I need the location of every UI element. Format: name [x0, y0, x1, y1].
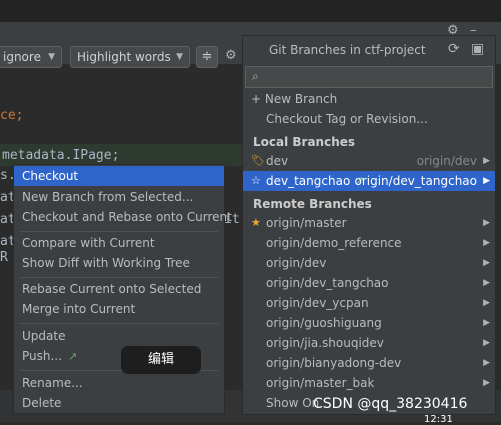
- remote-branches-header: Remote Branches: [253, 197, 372, 211]
- chevron-right-icon: ▶: [483, 378, 490, 388]
- tracked-remote: origin/dev_tangchao: [354, 174, 478, 188]
- menu-item-delete[interactable]: Delete: [14, 393, 224, 413]
- branch-name: origin/guoshiguang: [266, 316, 382, 330]
- local-branch-row-current[interactable]: ☆ dev_tangchao ↗ origin/dev_tangchao ▶: [243, 171, 495, 191]
- remote-branch-row[interactable]: origin/master_bak ▶: [243, 373, 495, 393]
- highlight-words-combo[interactable]: Highlight words ▼: [70, 46, 190, 68]
- branch-name: origin/master: [266, 216, 347, 230]
- local-branches-header: Local Branches: [253, 135, 356, 149]
- branches-popup-title: Git Branches in ctf-project: [269, 43, 426, 57]
- branch-context-menu: Checkout New Branch from Selected... Che…: [13, 164, 232, 414]
- ignore-whitespace-combo[interactable]: ignore ▼: [0, 46, 62, 68]
- menu-separator: [20, 323, 218, 324]
- branch-name: origin/jia.shouqidev: [266, 336, 384, 350]
- branch-search-field[interactable]: ⌕: [245, 66, 493, 88]
- remote-branch-row[interactable]: origin/guoshiguang ▶: [243, 313, 495, 333]
- remote-branch-row[interactable]: origin/demo_reference ▶: [243, 233, 495, 253]
- branch-name: dev_tangchao: [266, 174, 351, 188]
- refresh-icon[interactable]: ⟳: [448, 41, 460, 57]
- chevron-down-icon: ▼: [176, 52, 183, 62]
- menu-item-new-branch-from-selected[interactable]: New Branch from Selected...: [14, 187, 224, 207]
- chevron-right-icon: ▶: [483, 258, 490, 268]
- checkout-tag-label: Checkout Tag or Revision...: [266, 112, 428, 126]
- menu-item-checkout[interactable]: Checkout: [14, 166, 224, 186]
- remote-branch-row[interactable]: origin/bianyadong-dev ▶: [243, 353, 495, 373]
- branch-name: origin/master_bak: [266, 376, 375, 390]
- new-branch-action[interactable]: + New Branch: [243, 89, 495, 109]
- menu-item-rename[interactable]: Rename...: [14, 373, 224, 393]
- star-icon: ★: [251, 216, 261, 229]
- csdn-watermark: CSDN @qq_38230416: [313, 396, 468, 412]
- push-label: Push...: [22, 349, 62, 363]
- edit-tooltip: 编辑: [121, 346, 201, 374]
- tracked-remote: origin/dev: [416, 154, 477, 168]
- branch-name: origin/dev_tangchao: [266, 276, 389, 290]
- taskbar-clock: 12:31: [424, 414, 453, 425]
- chevron-right-icon: ▶: [483, 318, 490, 328]
- local-branch-row[interactable]: 🏷 dev origin/dev ▶: [243, 151, 495, 171]
- diff-settings-gear-icon[interactable]: ⚙: [225, 48, 237, 63]
- new-branch-label: + New Branch: [251, 92, 338, 106]
- chevron-right-icon: ▶: [483, 176, 490, 186]
- branch-name: origin/bianyadong-dev: [266, 356, 402, 370]
- chevron-right-icon: ▶: [483, 358, 490, 368]
- window-top-strip: [0, 0, 501, 22]
- chevron-down-icon: ▼: [48, 52, 55, 62]
- tag-icon: 🏷: [251, 154, 265, 167]
- branch-name: dev: [266, 154, 289, 168]
- filter-icon[interactable]: ≑: [196, 46, 218, 68]
- chevron-right-icon: ▶: [483, 338, 490, 348]
- chevron-right-icon: ▶: [483, 218, 490, 228]
- chevron-right-icon: ▶: [483, 156, 490, 166]
- branch-name: origin/demo_reference: [266, 236, 402, 250]
- highlight-combo-label: Highlight words: [77, 50, 171, 64]
- code-line-7: R: [0, 250, 8, 265]
- menu-item-update[interactable]: Update: [14, 326, 224, 346]
- menu-separator: [20, 231, 218, 232]
- show-only-label: Show On: [266, 396, 320, 410]
- chevron-right-icon: ▶: [483, 298, 490, 308]
- branch-search-input[interactable]: [266, 69, 490, 87]
- git-branches-popup: Git Branches in ctf-project ⟳ ▣ ⌕ + New …: [242, 35, 496, 415]
- branch-name: origin/dev: [266, 256, 327, 270]
- code-line-1: ce;: [0, 108, 24, 123]
- code-line-2: metadata.IPage;: [2, 148, 120, 163]
- menu-item-merge-into-current[interactable]: Merge into Current: [14, 299, 224, 319]
- branches-popup-header: Git Branches in ctf-project ⟳ ▣: [243, 36, 495, 64]
- remote-branch-row[interactable]: origin/jia.shouqidev ▶: [243, 333, 495, 353]
- remote-branch-row[interactable]: origin/dev ▶: [243, 253, 495, 273]
- menu-item-compare-with-current[interactable]: Compare with Current: [14, 233, 224, 253]
- remote-branch-row[interactable]: origin/dev_tangchao ▶: [243, 273, 495, 293]
- menu-separator: [20, 277, 218, 278]
- remote-branch-row[interactable]: ★ origin/master ▶: [243, 213, 495, 233]
- search-icon: ⌕: [252, 69, 259, 83]
- outgoing-arrow-icon: ↗: [67, 350, 78, 363]
- remote-branch-row[interactable]: origin/dev_ycpan ▶: [243, 293, 495, 313]
- menu-item-show-diff-with-working-tree[interactable]: Show Diff with Working Tree: [14, 253, 224, 273]
- checkout-tag-action[interactable]: Checkout Tag or Revision...: [243, 109, 495, 129]
- chevron-right-icon: ▶: [483, 238, 490, 248]
- menu-item-checkout-and-rebase[interactable]: Checkout and Rebase onto Current: [14, 207, 232, 227]
- ignore-combo-label: ignore: [3, 50, 41, 64]
- menu-item-rebase-current-onto-selected[interactable]: Rebase Current onto Selected: [14, 279, 224, 299]
- chevron-right-icon: ▶: [483, 278, 490, 288]
- settings-icon[interactable]: ▣: [471, 41, 484, 57]
- branch-name: origin/dev_ycpan: [266, 296, 369, 310]
- star-outline-icon: ☆: [251, 174, 261, 187]
